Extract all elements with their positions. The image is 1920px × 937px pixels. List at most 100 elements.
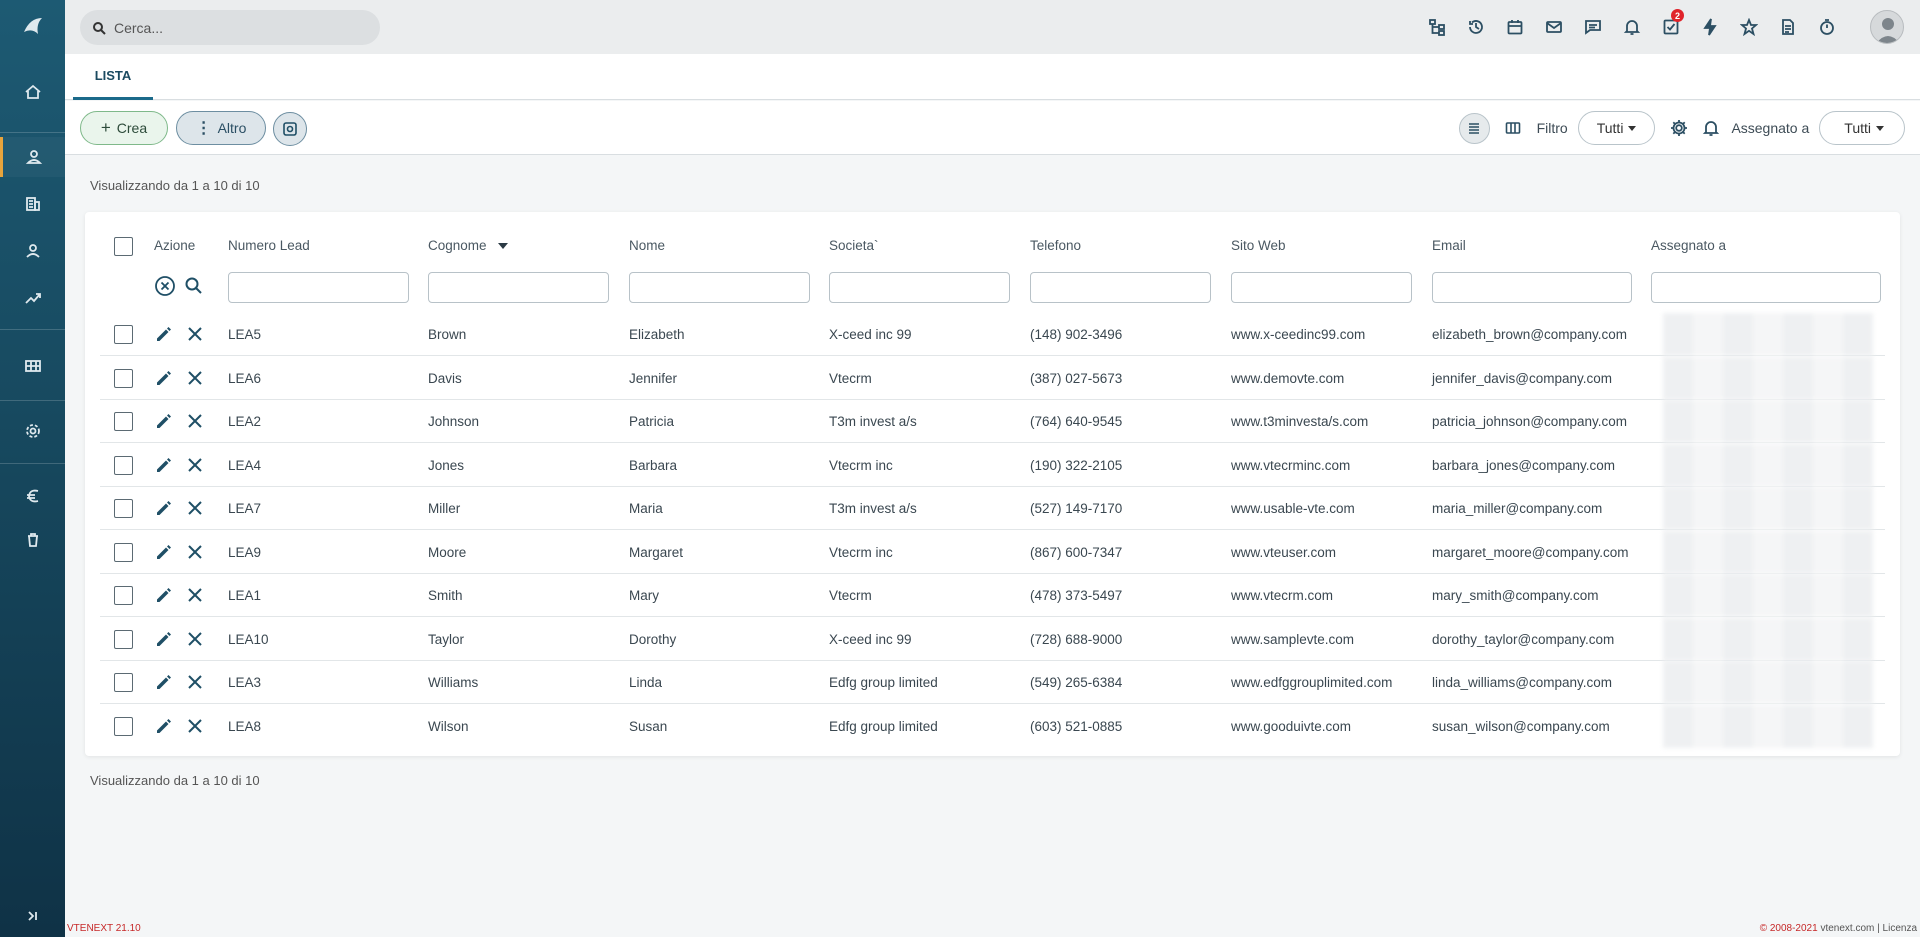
cell-email[interactable]: patricia_johnson@company.com	[1432, 400, 1627, 443]
table-row[interactable]: LEA8 Wilson Susan Edfg group limited (603) 5…	[100, 704, 1885, 748]
column-header-numero-lead[interactable]: Numero Lead	[228, 238, 310, 253]
edit-button[interactable]	[154, 368, 174, 393]
filter-email[interactable]	[1432, 272, 1632, 303]
cell-sito-web[interactable]: www.demovte.com	[1231, 357, 1344, 400]
cell-sito-web[interactable]: www.vtecrm.com	[1231, 574, 1333, 617]
cell-numero-lead[interactable]: LEA9	[228, 531, 261, 574]
more-button[interactable]: ⋮ Altro	[176, 111, 266, 145]
cell-numero-lead[interactable]: LEA10	[228, 618, 269, 661]
cell-sito-web[interactable]: www.usable-vte.com	[1231, 487, 1355, 530]
apply-filters-button[interactable]	[184, 276, 204, 301]
edit-button[interactable]	[154, 585, 174, 610]
list-config-button[interactable]	[273, 112, 307, 146]
cell-sito-web[interactable]: www.t3minvesta/s.com	[1231, 400, 1368, 443]
cell-email[interactable]: jennifer_davis@company.com	[1432, 357, 1612, 400]
sidebar-item-contacts[interactable]	[0, 231, 65, 271]
row-checkbox[interactable]	[114, 673, 133, 692]
column-header-assegnato-a[interactable]: Assegnato a	[1651, 238, 1726, 253]
table-row[interactable]: LEA7 Miller Maria T3m invest a/s (527) 149-7…	[100, 487, 1885, 530]
filter-societa[interactable]	[829, 272, 1010, 303]
edit-button[interactable]	[154, 498, 174, 523]
app-logo[interactable]	[0, 0, 65, 54]
cell-sito-web[interactable]: www.vteuser.com	[1231, 531, 1336, 574]
filter-cognome[interactable]	[428, 272, 609, 303]
cell-numero-lead[interactable]: LEA8	[228, 705, 261, 748]
filter-dropdown[interactable]: Tutti	[1577, 111, 1656, 145]
delete-button[interactable]	[186, 630, 204, 653]
delete-button[interactable]	[186, 325, 204, 348]
assigned-dropdown[interactable]: Tutti	[1819, 111, 1905, 145]
cell-email[interactable]: margaret_moore@company.com	[1432, 531, 1629, 574]
delete-button[interactable]	[186, 456, 204, 479]
table-row[interactable]: LEA6 Davis Jennifer Vtecrm (387) 027-5673 www…	[100, 356, 1885, 400]
filter-settings-button[interactable]	[1663, 111, 1695, 145]
documents-button[interactable]	[1768, 0, 1807, 54]
avatar[interactable]	[1870, 10, 1904, 44]
table-row[interactable]: LEA10 Taylor Dorothy X-ceed inc 99 (728) 688…	[100, 617, 1885, 661]
filter-telefono[interactable]	[1030, 272, 1211, 303]
sidebar-expand-button[interactable]	[0, 896, 65, 936]
list-view-button[interactable]	[1458, 112, 1490, 144]
column-header-cognome[interactable]: Cognome	[428, 238, 509, 253]
column-header-societa[interactable]: Societa`	[829, 238, 879, 253]
cell-numero-lead[interactable]: LEA1	[228, 574, 261, 617]
table-row[interactable]: LEA2 Johnson Patricia T3m invest a/s (764) 6…	[100, 400, 1885, 443]
site-link[interactable]: vtenext.com	[1820, 923, 1874, 934]
cell-numero-lead[interactable]: LEA5	[228, 313, 261, 356]
row-checkbox[interactable]	[114, 499, 133, 518]
cell-numero-lead[interactable]: LEA2	[228, 400, 261, 443]
clear-filters-button[interactable]	[154, 275, 176, 302]
column-header-telefono[interactable]: Telefono	[1030, 238, 1081, 253]
cell-sito-web[interactable]: www.gooduivte.com	[1231, 705, 1351, 748]
delete-button[interactable]	[186, 673, 204, 696]
cell-numero-lead[interactable]: LEA3	[228, 661, 261, 704]
mail-button[interactable]	[1534, 0, 1573, 54]
row-checkbox[interactable]	[114, 455, 133, 475]
edit-button[interactable]	[154, 411, 174, 436]
quick-actions-button[interactable]	[1690, 0, 1729, 54]
delete-button[interactable]	[186, 543, 204, 566]
select-all-checkbox[interactable]	[114, 237, 133, 256]
row-checkbox[interactable]	[114, 716, 133, 736]
column-header-nome[interactable]: Nome	[629, 238, 665, 253]
sidebar-item-euro[interactable]	[0, 476, 65, 516]
sidebar-item-settings[interactable]	[0, 411, 65, 451]
delete-button[interactable]	[186, 717, 204, 740]
timer-button[interactable]	[1807, 0, 1846, 54]
filter-nome[interactable]	[629, 272, 810, 303]
edit-button[interactable]	[154, 629, 174, 654]
edit-button[interactable]	[154, 542, 174, 567]
edit-button[interactable]	[154, 455, 174, 480]
cell-numero-lead[interactable]: LEA6	[228, 357, 261, 400]
cell-sito-web[interactable]: www.samplevte.com	[1231, 618, 1354, 661]
cell-sito-web[interactable]: www.edfggrouplimited.com	[1231, 661, 1392, 704]
sitemap-button[interactable]	[1417, 0, 1456, 54]
delete-button[interactable]	[186, 499, 204, 522]
column-header-sito-web[interactable]: Sito Web	[1231, 238, 1286, 253]
table-row[interactable]: LEA3 Williams Linda Edfg group limited (549)…	[100, 661, 1885, 704]
row-checkbox[interactable]	[114, 412, 133, 431]
table-row[interactable]: LEA9 Moore Margaret Vtecrm inc (867) 600-734…	[100, 530, 1885, 574]
cell-email[interactable]: susan_wilson@company.com	[1432, 705, 1610, 748]
column-header-email[interactable]: Email	[1432, 238, 1466, 253]
cell-email[interactable]: barbara_jones@company.com	[1432, 444, 1615, 487]
edit-button[interactable]	[154, 672, 174, 697]
row-checkbox[interactable]	[114, 542, 133, 562]
table-row[interactable]: LEA5 Brown Elizabeth X-ceed inc 99 (148) 902…	[100, 313, 1885, 356]
delete-button[interactable]	[186, 412, 204, 435]
cell-sito-web[interactable]: www.vtecrminc.com	[1231, 444, 1350, 487]
sidebar-item-leads[interactable]	[0, 137, 65, 177]
edit-button[interactable]	[154, 716, 174, 741]
sidebar-item-potentials[interactable]	[0, 278, 65, 318]
delete-button[interactable]	[186, 369, 204, 392]
filter-numero-lead[interactable]	[228, 272, 409, 303]
cell-sito-web[interactable]: www.x-ceedinc99.com	[1231, 313, 1365, 356]
edit-button[interactable]	[154, 324, 174, 349]
table-row[interactable]: LEA1 Smith Mary Vtecrm (478) 373-5497 www.vte…	[100, 574, 1885, 617]
cell-email[interactable]: maria_miller@company.com	[1432, 487, 1602, 530]
sidebar-item-trash[interactable]	[0, 520, 65, 560]
history-button[interactable]	[1456, 0, 1495, 54]
sidebar-item-home[interactable]	[0, 72, 65, 112]
table-row[interactable]: LEA4 Jones Barbara Vtecrm inc (190) 322-2105…	[100, 443, 1885, 487]
filter-sito-web[interactable]	[1231, 272, 1412, 303]
